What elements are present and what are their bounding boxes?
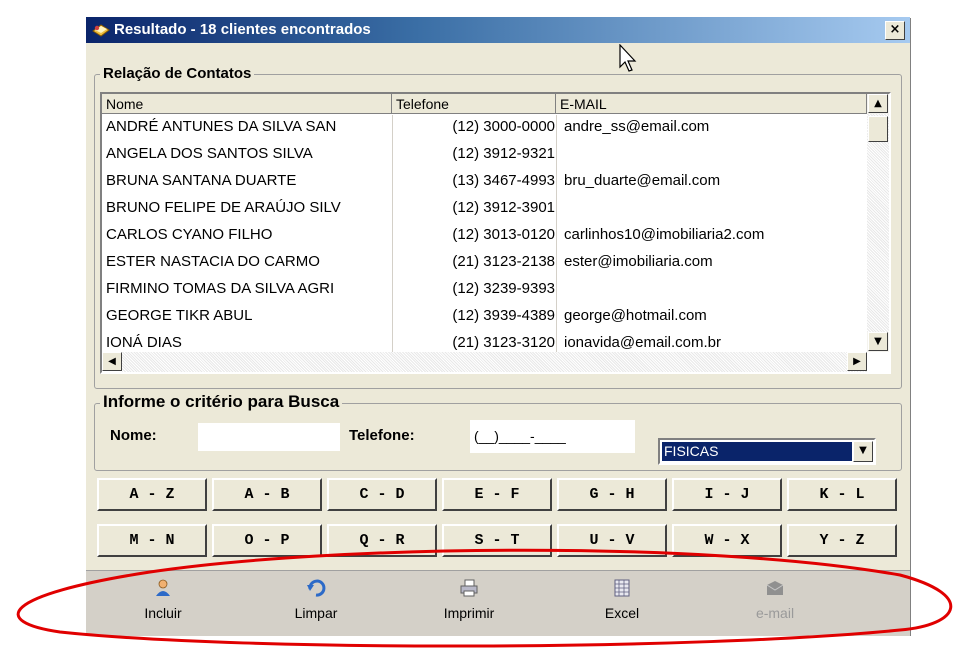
cell-telefone: (12) 3013-0120 (452, 226, 555, 243)
column-header-telefone[interactable]: Telefone (392, 94, 556, 114)
table-row[interactable]: ESTER NASTACIA DO CARMO (21) 3123-2138 e… (102, 250, 864, 276)
cell-telefone: (12) 3912-3901 (452, 199, 555, 216)
table-row[interactable]: ANGELA DOS SANTOS SILVA (12) 3912-9321 (102, 142, 864, 168)
cell-nome: IONÁ DIAS (106, 334, 182, 351)
filter-k-l-button[interactable]: K - L (787, 478, 897, 511)
filter-g-h-button[interactable]: G - H (557, 478, 667, 511)
nome-label: Nome: (110, 427, 157, 444)
close-icon: × (889, 22, 901, 37)
imprimir-button[interactable]: Imprimir (419, 571, 519, 631)
filter-i-j-button[interactable]: I - J (672, 478, 782, 511)
filter-q-r-button[interactable]: Q - R (327, 524, 437, 557)
cell-email: ester@imobiliaria.com (564, 253, 713, 270)
incluir-button[interactable]: Incluir (113, 571, 213, 631)
contacts-group-label: Relação de Contatos (100, 65, 255, 82)
limpar-label: Limpar (294, 605, 338, 621)
table-row[interactable]: CARLOS CYANO FILHO (12) 3013-0120 carlin… (102, 223, 864, 249)
results-window: Resultado - 18 clientes encontrados × Re… (86, 17, 910, 636)
cell-nome: ANGELA DOS SANTOS SILVA (106, 145, 313, 162)
filter-s-t-button[interactable]: S - T (442, 524, 552, 557)
email-icon (766, 581, 784, 595)
cell-email: george@hotmail.com (564, 307, 707, 324)
window-title: Resultado - 18 clientes encontrados (114, 21, 371, 38)
table-row[interactable]: IONÁ DIAS (21) 3123-3120 ionavida@email.… (102, 331, 864, 352)
cell-email: andre_ss@email.com (564, 118, 710, 135)
cell-telefone: (21) 3123-3120 (452, 334, 555, 351)
cell-nome: GEORGE TIKR ABUL (106, 307, 253, 324)
cell-email: bru_duarte@email.com (564, 172, 721, 189)
list-header: Nome Telefone E-MAIL (102, 94, 889, 114)
contacts-book-icon (92, 24, 110, 37)
cell-telefone: (21) 3123-2138 (452, 253, 555, 270)
scroll-left-button[interactable]: ◀ (102, 352, 122, 371)
filter-a-z-button[interactable]: A - Z (97, 478, 207, 511)
cell-nome: BRUNA SANTANA DUARTE (106, 172, 297, 189)
scroll-right-button[interactable]: ▶ (847, 352, 867, 371)
nome-input[interactable] (197, 422, 341, 452)
excel-button[interactable]: Excel (572, 571, 672, 631)
bottom-toolbar: Incluir Limpar Imprimir Excel e-mail (86, 570, 910, 636)
cell-telefone: (12) 3939-4389 (452, 307, 555, 324)
filter-e-f-button[interactable]: E - F (442, 478, 552, 511)
tipo-selected-value: FISICAS (662, 442, 852, 461)
cell-nome: BRUNO FELIPE DE ARAÚJO SILV (106, 199, 341, 216)
contacts-list[interactable]: Nome Telefone E-MAIL ANDRÉ ANTUNES DA SI… (100, 92, 891, 374)
telefone-label: Telefone: (349, 427, 415, 444)
user-add-icon (156, 579, 170, 596)
cell-email: carlinhos10@imobiliaria2.com (564, 226, 765, 243)
horizontal-scrollbar[interactable]: ◀ ▶ (102, 352, 889, 372)
undo-icon (307, 579, 326, 597)
filter-w-x-button[interactable]: W - X (672, 524, 782, 557)
close-button[interactable]: × (885, 21, 905, 40)
cell-nome: FIRMINO TOMAS DA SILVA AGRI (106, 280, 335, 297)
filter-a-b-button[interactable]: A - B (212, 478, 322, 511)
cell-telefone: (12) 3000-0000 (452, 118, 555, 135)
table-row[interactable]: FIRMINO TOMAS DA SILVA AGRI (12) 3239-93… (102, 277, 864, 303)
spreadsheet-icon (614, 579, 630, 597)
scroll-track[interactable] (122, 352, 867, 372)
cell-nome: CARLOS CYANO FILHO (106, 226, 273, 243)
telefone-mask: (__)____-____ (474, 428, 566, 444)
scroll-track[interactable] (867, 114, 889, 332)
email-button[interactable]: e-mail (725, 571, 825, 631)
limpar-button[interactable]: Limpar (266, 571, 366, 631)
email-label: e-mail (755, 605, 795, 621)
table-row[interactable]: BRUNA SANTANA DUARTE (13) 3467-4993 bru_… (102, 169, 864, 195)
excel-label: Excel (604, 605, 640, 621)
scroll-down-button[interactable]: ▼ (868, 332, 888, 351)
mouse-pointer-icon (619, 44, 637, 72)
list-rows: ANDRÉ ANTUNES DA SILVA SAN (12) 3000-000… (102, 115, 864, 352)
printer-icon (460, 579, 478, 597)
vertical-scrollbar[interactable]: ▲ ▼ (867, 94, 889, 352)
table-row[interactable]: ANDRÉ ANTUNES DA SILVA SAN (12) 3000-000… (102, 115, 864, 141)
filter-c-d-button[interactable]: C - D (327, 478, 437, 511)
table-row[interactable]: GEORGE TIKR ABUL (12) 3939-4389 george@h… (102, 304, 864, 330)
filter-m-n-button[interactable]: M - N (97, 524, 207, 557)
telefone-input[interactable]: (__)____-____ (469, 419, 636, 454)
chevron-down-icon[interactable]: ▼ (853, 441, 873, 462)
imprimir-label: Imprimir (443, 605, 495, 621)
filter-y-z-button[interactable]: Y - Z (787, 524, 897, 557)
search-group-label: Informe o critério para Busca (100, 392, 343, 412)
cell-nome: ANDRÉ ANTUNES DA SILVA SAN (106, 118, 337, 135)
filter-u-v-button[interactable]: U - V (557, 524, 667, 557)
table-row[interactable]: BRUNO FELIPE DE ARAÚJO SILV (12) 3912-39… (102, 196, 864, 222)
cell-nome: ESTER NASTACIA DO CARMO (106, 253, 320, 270)
tipo-select[interactable]: FISICAS ▼ (658, 438, 876, 465)
cell-email: ionavida@email.com.br (564, 334, 721, 351)
filter-o-p-button[interactable]: O - P (212, 524, 322, 557)
title-bar[interactable]: Resultado - 18 clientes encontrados × (86, 17, 910, 43)
scroll-thumb[interactable] (868, 116, 888, 142)
cell-telefone: (13) 3467-4993 (452, 172, 555, 189)
scroll-up-button[interactable]: ▲ (868, 94, 888, 113)
cell-telefone: (12) 3912-9321 (452, 145, 555, 162)
column-header-nome[interactable]: Nome (102, 94, 392, 114)
incluir-label: Incluir (144, 605, 182, 621)
cell-telefone: (12) 3239-9393 (452, 280, 555, 297)
column-header-email[interactable]: E-MAIL (556, 94, 867, 114)
